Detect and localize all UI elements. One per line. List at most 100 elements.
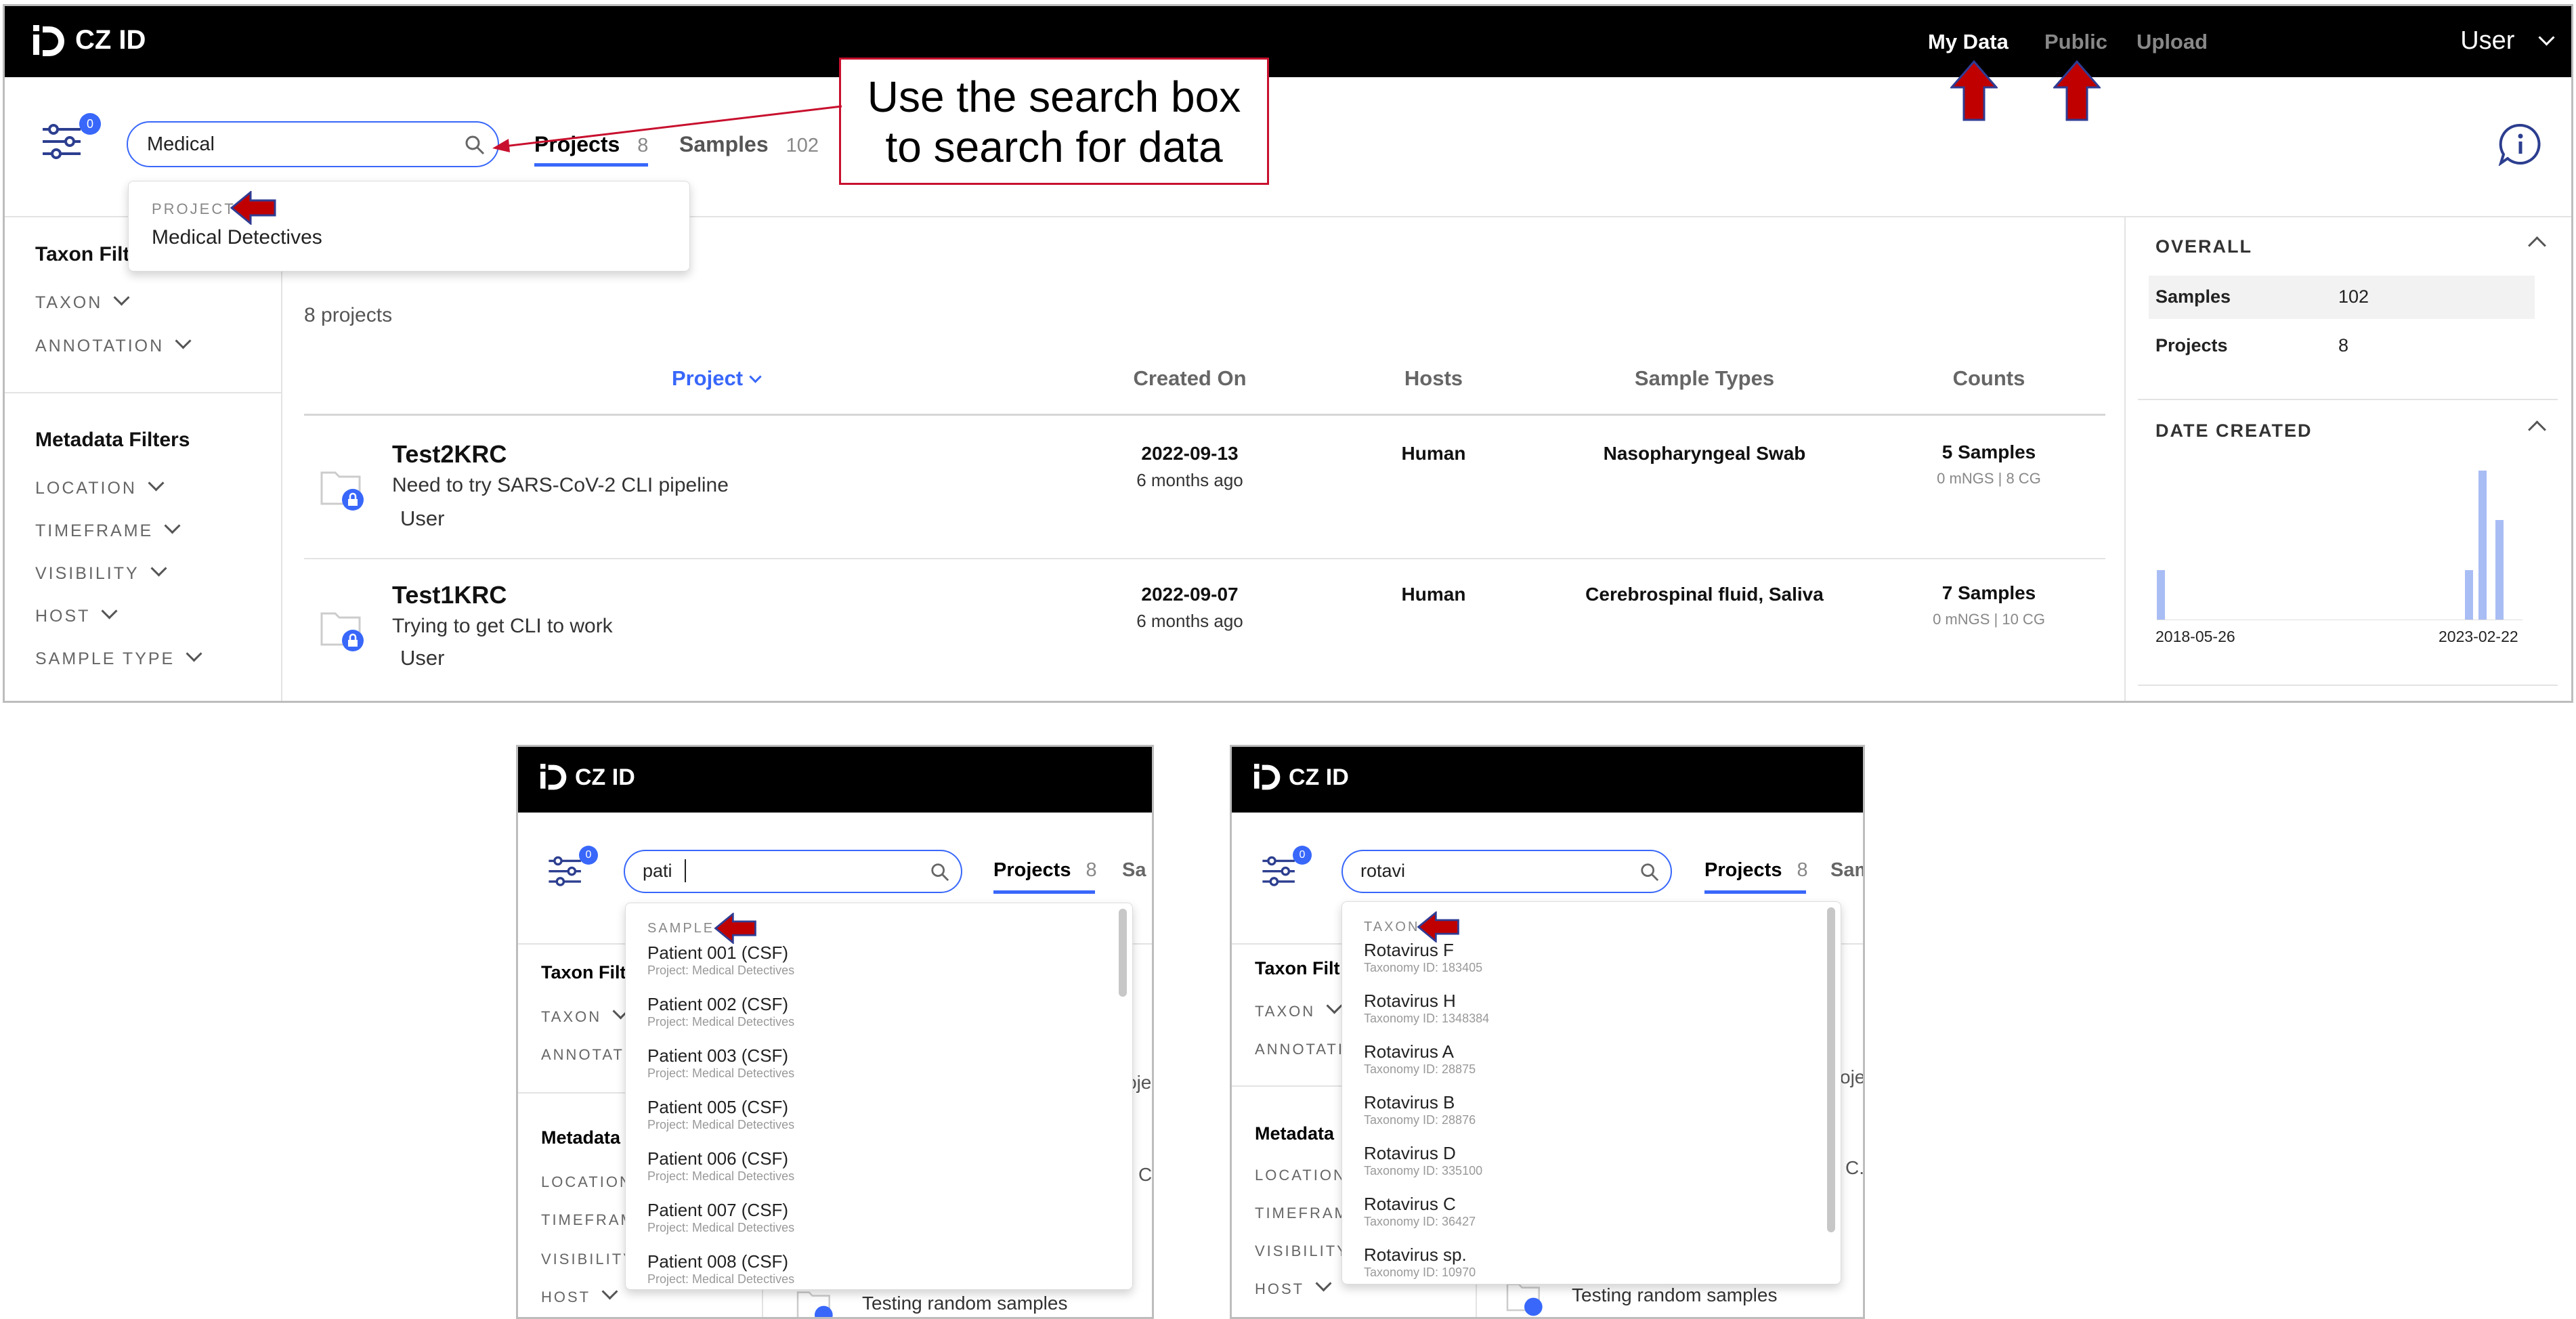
result-name: Patient 005 (CSF) [647,1097,789,1117]
filter-visibility[interactable]: VISIBILITY [541,1251,635,1268]
nav-my-data[interactable]: My Data [1928,30,2009,54]
private-project-icon [320,471,364,511]
sample-search-example: CZ ID 0 pati Projects 8 Sa Taxon Filt TAX… [516,745,1154,1319]
search-result-item[interactable]: Rotavirus A Taxonomy ID: 28875 [1364,1041,1797,1089]
filter-host[interactable]: HOST [1255,1275,1332,1298]
filter-toggle-button[interactable]: 0 [1260,846,1312,891]
search-result-item[interactable]: Patient 001 (CSF) Project: Medical Detect… [647,943,1081,991]
filter-taxon[interactable]: TAXON [1255,997,1343,1020]
dropdown-scrollbar[interactable] [1119,909,1127,997]
czid-logo[interactable]: CZ ID [29,21,165,62]
tab-projects[interactable]: Projects 8 [1704,859,1808,882]
search-result-item[interactable]: Rotavirus D Taxonomy ID: 335100 [1364,1143,1797,1191]
callout-pointer-arrow [492,105,842,152]
histogram-end-label: 2023-02-22 [2439,628,2518,645]
nav-upload[interactable]: Upload [2137,30,2208,54]
filter-taxon[interactable]: TAXON [35,289,130,313]
result-name: Patient 001 (CSF) [647,943,789,963]
date-created-title: DATE CREATED [2155,420,2313,441]
filter-visibility[interactable]: VISIBILITY [35,560,167,584]
tab-active-underline [534,163,648,167]
histogram-bar[interactable] [2157,570,2165,620]
filter-label: HOST [541,1289,591,1305]
search-result-item[interactable]: Rotavirus sp. Taxonomy ID: 10970 [1364,1245,1797,1293]
column-header-counts[interactable]: Counts [1914,366,2063,391]
filter-toggle-button[interactable]: 0 [40,113,101,160]
chevron-down-icon [186,645,202,662]
chevron-down-icon [101,603,118,620]
histogram-bar[interactable] [2478,471,2487,620]
result-name: Rotavirus sp. [1364,1245,1467,1265]
filter-sample-type[interactable]: SAMPLE TYPE [35,645,202,669]
search-input[interactable]: pati [624,850,962,893]
column-header-sample-types[interactable]: Sample Types [1562,366,1847,391]
search-result-item[interactable]: Rotavirus B Taxonomy ID: 28876 [1364,1092,1797,1140]
tab-samples[interactable]: Sa [1122,859,1146,882]
result-subtext: Project: Medical Detectives [647,1221,795,1234]
column-header-project[interactable]: Project [601,366,831,391]
created-date: 2022-09-07 [1141,584,1239,605]
histogram-bar[interactable] [2495,520,2504,620]
project-name[interactable]: Test1KRC [392,581,507,609]
filter-taxon[interactable]: TAXON [541,1003,629,1026]
search-input[interactable]: rotavi [1341,850,1672,893]
filter-host[interactable]: HOST [541,1283,618,1306]
column-header-created-on[interactable]: Created On [1088,366,1291,391]
logo-text: CZ ID [75,25,146,55]
search-result-item[interactable]: Patient 002 (CSF) Project: Medical Detect… [647,994,1081,1043]
filter-toggle-button[interactable]: 0 [546,846,598,891]
clipped-column-text: oje [1840,1066,1865,1087]
filter-timeframe[interactable]: TIMEFRAM [541,1211,635,1229]
search-results-dropdown: PROJECT Medical Detectives [128,181,690,272]
filter-location[interactable]: LOCATION [35,475,165,498]
search-result-item[interactable]: Rotavirus F Taxonomy ID: 183405 [1364,940,1797,988]
search-result-item[interactable]: Patient 003 (CSF) Project: Medical Detect… [647,1045,1081,1094]
sidebar-divider [5,392,281,393]
search-result-item[interactable]: Patient 008 (CSF) Project: Medical Detect… [647,1251,1081,1300]
search-result-item[interactable]: Rotavirus C Taxonomy ID: 36427 [1364,1194,1797,1242]
arrow-up-icon [1950,60,1998,121]
overall-title: OVERALL [2155,236,2253,257]
search-result-item[interactable]: Patient 007 (CSF) Project: Medical Detect… [647,1200,1081,1249]
dropdown-scrollbar[interactable] [1827,907,1835,1232]
metadata-filters-heading: Metadata Filters [35,429,190,451]
project-name[interactable]: Test2KRC [392,440,507,469]
result-category: SAMPLE [647,921,715,936]
filter-location[interactable]: LOCATION [541,1173,632,1191]
search-result-item[interactable]: Patient 005 (CSF) Project: Medical Detect… [647,1097,1081,1146]
filter-label: TIMEFRAME [35,521,154,540]
tab-active-underline [1704,890,1806,894]
chevron-down-icon [150,560,167,577]
column-label: Project [671,366,744,390]
column-header-hosts[interactable]: Hosts [1359,366,1508,391]
filter-annotation[interactable]: ANNOTATI [541,1046,630,1064]
search-input[interactable]: Medical [127,121,499,167]
result-subtext: Project: Medical Detectives [647,1015,795,1029]
stats-projects-label: Projects [2155,335,2228,355]
chevron-up-icon[interactable] [2528,420,2546,439]
sliders-icon [43,124,81,159]
filter-annotation[interactable]: ANNOTATION [35,332,192,356]
table-row[interactable]: Test2KRC Need to try SARS-CoV-2 CLI pipe… [304,416,2105,558]
user-menu[interactable]: User [2460,26,2555,56]
result-name: Rotavirus A [1364,1041,1454,1062]
info-icon[interactable] [2498,123,2541,166]
histogram-bar[interactable] [2465,570,2473,620]
table-row[interactable]: Test1KRC Trying to get CLI to work User … [304,559,2105,701]
filter-annotation[interactable]: ANNOTATI [1255,1041,1344,1058]
search-result-item[interactable]: Rotavirus H Taxonomy ID: 1348384 [1364,991,1797,1039]
search-result-item[interactable]: Medical Detectives [152,226,322,249]
top-nav-bar: CZ ID My Data Public Upload User [5,6,2571,77]
czid-logo-icon [33,25,64,56]
search-result-item[interactable]: Patient 006 (CSF) Project: Medical Detect… [647,1148,1081,1197]
nav-public[interactable]: Public [2044,30,2107,54]
filter-timeframe[interactable]: TIMEFRAME [35,517,181,541]
filter-location[interactable]: LOCATION [1255,1167,1346,1184]
filter-visibility[interactable]: VISIBILITY [1255,1242,1349,1260]
filter-label: SAMPLE TYPE [35,649,175,668]
tab-samples[interactable]: Sam [1830,859,1863,882]
chevron-up-icon[interactable] [2528,236,2546,255]
result-name: Rotavirus B [1364,1092,1455,1112]
tab-projects[interactable]: Projects 8 [993,859,1097,882]
filter-host[interactable]: HOST [35,603,118,626]
